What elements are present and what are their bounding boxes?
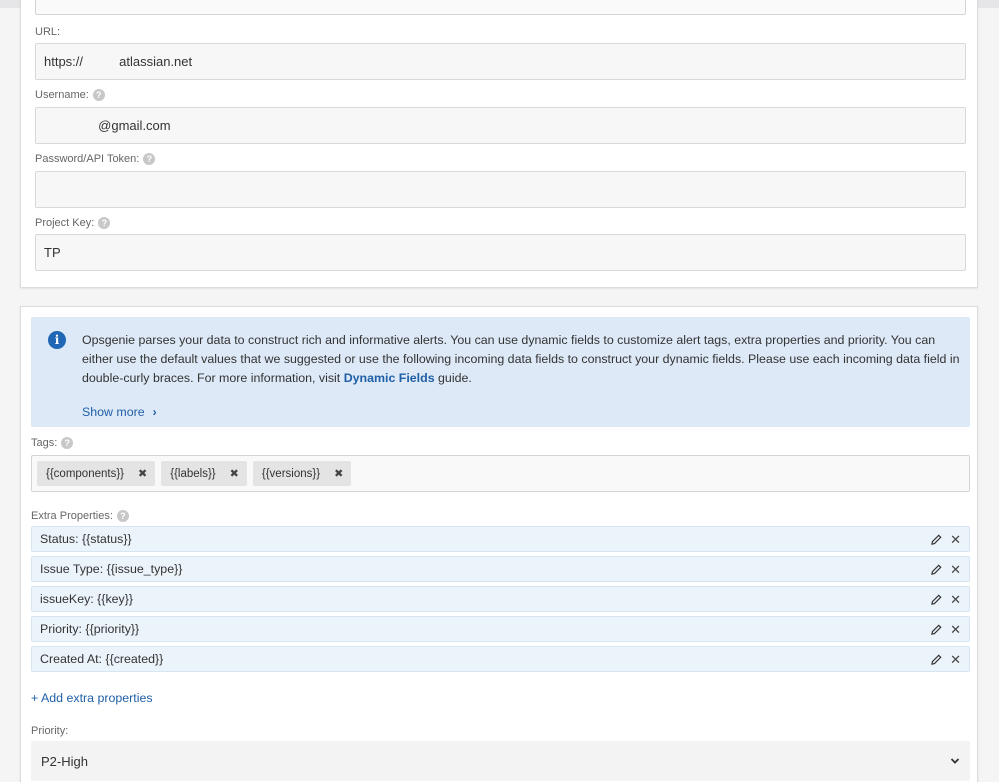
close-icon[interactable]: ✕ <box>950 623 961 636</box>
extra-property-row: Priority: {{priority}} ✕ <box>31 616 970 642</box>
info-banner: i Opsgenie parses your data to construct… <box>31 317 970 427</box>
close-icon[interactable]: ✕ <box>950 593 961 606</box>
help-icon[interactable]: ? <box>98 217 111 229</box>
url-input[interactable]: https:// atlassian.net <box>35 43 966 80</box>
password-input[interactable] <box>35 171 966 208</box>
add-extra-properties-link[interactable]: + Add extra properties <box>31 691 153 705</box>
password-label: Password/API Token: ? <box>35 153 156 165</box>
chevron-down-icon <box>950 758 960 764</box>
close-icon[interactable]: ✕ <box>950 563 961 576</box>
project-key-input[interactable]: TP <box>35 234 966 271</box>
close-icon[interactable]: ✕ <box>950 533 961 546</box>
remove-tag-icon[interactable]: ✖ <box>230 467 239 480</box>
extra-property-row: Created At: {{created}} ✕ <box>31 646 970 672</box>
project-key-label: Project Key: ? <box>35 217 111 229</box>
extra-property-row: Issue Type: {{issue_type}} ✕ <box>31 556 970 582</box>
priority-select[interactable]: P2-High <box>31 741 970 781</box>
pencil-icon[interactable] <box>931 653 942 665</box>
tags-input[interactable]: {{components}} ✖ {{labels}} ✖ {{versions… <box>31 455 970 492</box>
pencil-icon[interactable] <box>931 563 942 575</box>
url-label: URL: <box>35 26 61 38</box>
pencil-icon[interactable] <box>931 533 942 545</box>
pencil-icon[interactable] <box>931 623 942 635</box>
tag-chip: {{labels}} ✖ <box>161 461 247 486</box>
tag-chip: {{components}} ✖ <box>37 461 156 486</box>
close-icon[interactable]: ✕ <box>950 653 961 666</box>
dynamic-fields-link[interactable]: Dynamic Fields <box>344 371 435 385</box>
pencil-icon[interactable] <box>931 593 942 605</box>
remove-tag-icon[interactable]: ✖ <box>334 467 343 480</box>
info-icon: i <box>48 331 66 349</box>
extra-property-row: issueKey: {{key}} ✕ <box>31 586 970 612</box>
username-input[interactable]: @gmail.com <box>35 107 966 144</box>
remove-tag-icon[interactable]: ✖ <box>138 467 147 480</box>
help-icon[interactable]: ? <box>116 510 129 522</box>
help-icon[interactable]: ? <box>61 437 74 449</box>
previous-field-input[interactable] <box>35 0 966 15</box>
username-label: Username: ? <box>35 89 105 101</box>
tags-label: Tags: ? <box>31 437 74 449</box>
show-more-link[interactable]: Show more › <box>82 405 157 419</box>
extra-property-row: Status: {{status}} ✕ <box>31 526 970 552</box>
info-text: Opsgenie parses your data to construct r… <box>82 333 960 385</box>
tag-chip: {{versions}} ✖ <box>252 461 352 486</box>
chevron-right-icon: › <box>152 405 157 419</box>
dynamic-fields-card: i Opsgenie parses your data to construct… <box>20 306 978 782</box>
connection-card: URL: https:// atlassian.net Username: ? … <box>20 0 978 288</box>
priority-label: Priority: <box>31 725 69 737</box>
extra-properties-label: Extra Properties: ? <box>31 510 129 522</box>
help-icon[interactable]: ? <box>92 89 105 101</box>
help-icon[interactable]: ? <box>143 153 156 165</box>
